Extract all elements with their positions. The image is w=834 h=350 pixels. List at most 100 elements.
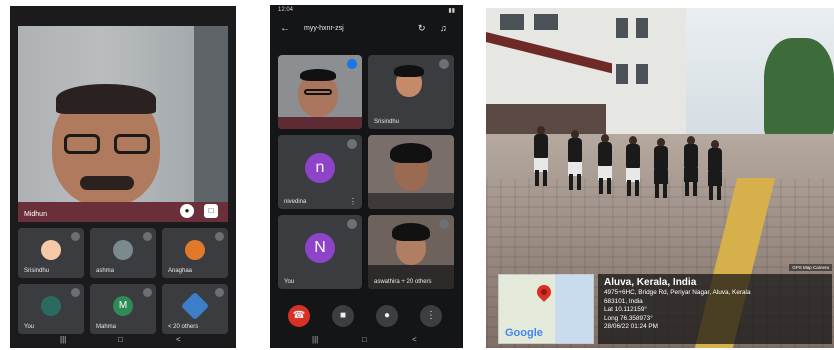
geotagged-photo: GPS Map Camera Google Aluva, Kerala, Ind…	[486, 8, 834, 348]
participant-label: You	[284, 279, 295, 285]
participant-label: ashma	[96, 268, 115, 274]
student-figure	[568, 130, 582, 190]
participant-tile[interactable]: M Mahma	[90, 284, 156, 334]
participant-hair	[56, 84, 156, 114]
location-info: Aluva, Kerala, India 4975+6HC, Bridge Rd…	[598, 274, 832, 344]
expand-icon[interactable]: □	[204, 204, 218, 218]
participant-tile[interactable]: Anaghaa	[162, 228, 228, 278]
participant-mustache	[80, 176, 134, 190]
participant-glasses	[64, 134, 150, 156]
participant-tile[interactable]: N You	[278, 215, 362, 289]
timestamp: 28/06/22 01:24 PM	[604, 323, 659, 331]
place-name: Aluva, Kerala, India	[604, 277, 697, 288]
participant-hair	[394, 65, 424, 77]
gps-map-camera-badge: GPS Map Camera	[789, 264, 832, 271]
speaking-indicator-icon	[347, 59, 357, 69]
status-time: 12:04	[278, 7, 294, 13]
back-arrow-icon[interactable]: ←	[280, 23, 290, 34]
avatar	[185, 240, 205, 260]
participant-label: Srisindhu	[374, 119, 400, 125]
mic-off-icon	[347, 139, 357, 149]
school-building	[486, 8, 686, 134]
avatar	[180, 291, 210, 321]
main-video-feed[interactable]	[18, 26, 228, 222]
call-controls: ☎ ■ ● ⋮	[270, 301, 463, 331]
student-figure	[654, 138, 668, 198]
avatar	[41, 240, 61, 260]
recent-apps-icon[interactable]: |||	[312, 335, 318, 344]
participant-tile[interactable]: < 20 others	[162, 284, 228, 334]
participant-glasses	[304, 89, 332, 95]
participant-label: You	[24, 324, 35, 330]
participant-shirt	[368, 265, 454, 289]
participant-tile[interactable]: Srisindhu	[18, 228, 84, 278]
avatar: n	[305, 153, 335, 183]
back-icon[interactable]: <	[412, 335, 417, 344]
phone-meet-screenshot: 12:04 ▮▮ ← myy-hxnr-zsj ↻ ♫ Srisindhu n …	[270, 5, 463, 348]
participant-tile[interactable]: aswathira + 20 others	[368, 215, 454, 289]
student-figure	[626, 136, 640, 196]
participant-label: Mahma	[96, 324, 117, 330]
geotag-overlay: Google Aluva, Kerala, India 4975+6HC, Br…	[498, 274, 832, 346]
participant-label: Srisindhu	[24, 268, 50, 274]
palm-tree	[764, 38, 834, 138]
participant-tile[interactable]	[368, 135, 454, 209]
participant-hair	[300, 69, 336, 81]
status-bar: 12:04 ▮▮	[270, 5, 463, 17]
avatar	[113, 240, 133, 260]
more-options-icon[interactable]: ⋮	[349, 197, 357, 206]
participant-tile[interactable]: n nivedina ⋮	[278, 135, 362, 209]
camera-off-icon[interactable]: ■	[332, 305, 354, 327]
location-minimap: Google	[498, 274, 594, 344]
android-nav-bar: ||| □ <	[10, 334, 236, 348]
mic-off-icon	[71, 232, 80, 241]
home-icon[interactable]: □	[118, 335, 123, 344]
speaker-icon[interactable]: ♫	[440, 23, 447, 33]
more-options-button[interactable]: ⋮	[420, 305, 442, 327]
student-figure	[598, 134, 612, 194]
participant-shirt	[278, 117, 362, 129]
google-logo: Google	[505, 327, 543, 339]
participant-tile[interactable]: ashma	[90, 228, 156, 278]
participant-tile[interactable]	[278, 55, 362, 129]
mic-off-icon	[439, 59, 449, 69]
participant-shirt	[368, 193, 454, 209]
participant-tile[interactable]: You	[18, 284, 84, 334]
latitude: Lat 10.112159°	[604, 306, 647, 314]
battery-icon: ▮▮	[448, 8, 455, 14]
student-figure	[534, 126, 548, 186]
longitude: Long 76.358973°	[604, 314, 653, 322]
mic-off-icon	[439, 219, 449, 229]
avatar	[41, 296, 61, 316]
participant-hair	[390, 143, 432, 163]
meeting-code[interactable]: myy-hxnr-zsj	[304, 25, 344, 32]
recent-apps-icon[interactable]: |||	[60, 335, 66, 344]
mic-off-icon	[215, 288, 224, 297]
back-icon[interactable]: <	[176, 335, 181, 344]
avatar: N	[305, 233, 335, 263]
mic-off-icon	[347, 219, 357, 229]
main-participant-name: Midhun	[24, 211, 47, 218]
mic-off-icon	[143, 232, 152, 241]
mic-off-icon	[143, 288, 152, 297]
mic-off-icon	[71, 288, 80, 297]
home-icon[interactable]: □	[362, 335, 367, 344]
participant-tile[interactable]: Srisindhu	[368, 55, 454, 129]
participant-hair	[392, 223, 430, 241]
android-nav-bar: ||| □ <	[270, 334, 463, 348]
address-line: 683101, India	[604, 297, 643, 305]
participant-label: < 20 others	[168, 324, 199, 330]
mic-off-icon	[215, 232, 224, 241]
switch-camera-icon[interactable]: ↻	[418, 23, 426, 34]
participant-shirt	[18, 202, 228, 222]
participant-label: nivedina	[284, 199, 307, 205]
address-line: 4975+6HC, Bridge Rd, Periyar Nagar, Aluv…	[604, 289, 751, 296]
student-figure	[708, 140, 722, 200]
mic-icon[interactable]: ●	[180, 204, 194, 218]
end-call-button[interactable]: ☎	[288, 305, 310, 327]
meet-app-bar: ← myy-hxnr-zsj ↻ ♫	[270, 19, 463, 39]
tablet-meet-screenshot: Midhun ● □ Srisindhu ashma Anaghaa You M…	[10, 6, 236, 348]
mic-off-button[interactable]: ●	[376, 305, 398, 327]
participant-label: Anaghaa	[168, 268, 193, 274]
avatar: M	[113, 296, 133, 316]
